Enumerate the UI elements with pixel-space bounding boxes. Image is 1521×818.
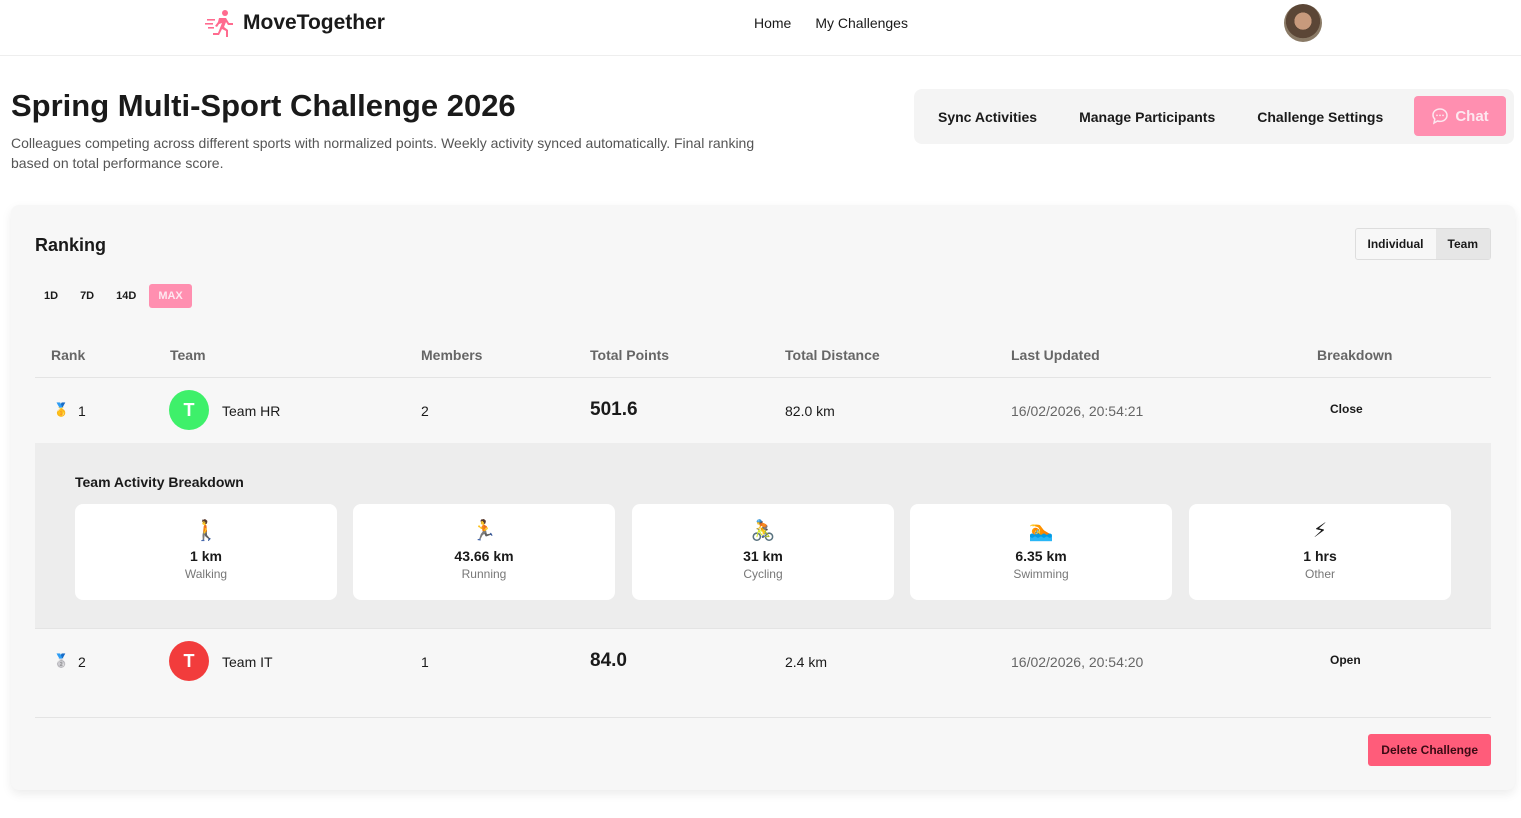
activity-label: Swimming [910, 567, 1172, 581]
col-rank: Rank [51, 347, 85, 363]
view-toggle: Individual Team [1355, 228, 1491, 260]
page-description: Colleagues competing across different sp… [11, 133, 791, 173]
activity-label: Running [353, 567, 615, 581]
delete-challenge-button[interactable]: Delete Challenge [1368, 734, 1491, 766]
breakdown-close-button[interactable]: Close [1330, 402, 1363, 416]
table-row: 🥈 2 T Team IT 1 84.0 2.4 km 16/02/2026, … [35, 629, 1491, 717]
action-bar: Sync Activities Manage Participants Chal… [914, 89, 1514, 144]
period-7d[interactable]: 7D [71, 284, 103, 308]
col-total-distance: Total Distance [785, 347, 880, 363]
walking-icon: 🚶 [75, 518, 337, 544]
team-name: Team HR [222, 403, 280, 419]
toggle-individual[interactable]: Individual [1356, 229, 1436, 259]
chat-button[interactable]: Chat [1414, 96, 1506, 136]
col-total-points: Total Points [590, 347, 669, 363]
ranking-title: Ranking [35, 235, 106, 256]
nav-my-challenges[interactable]: My Challenges [815, 15, 908, 31]
last-updated: 16/02/2026, 20:54:20 [1011, 654, 1143, 670]
top-nav: MoveTogether Home My Challenges [0, 0, 1521, 56]
breakdown-open-button[interactable]: Open [1330, 653, 1361, 667]
last-updated: 16/02/2026, 20:54:21 [1011, 403, 1143, 419]
toggle-team[interactable]: Team [1436, 229, 1490, 259]
avatar[interactable] [1284, 4, 1322, 42]
members: 1 [421, 654, 429, 670]
sync-activities-button[interactable]: Sync Activities [938, 109, 1037, 125]
lightning-icon: ⚡ [1189, 518, 1451, 544]
brand-logo[interactable]: MoveTogether [205, 9, 385, 37]
nav-home[interactable]: Home [754, 15, 791, 31]
col-last-updated: Last Updated [1011, 347, 1100, 363]
total-distance: 2.4 km [785, 654, 827, 670]
activity-walking: 🚶 1 km Walking [75, 504, 337, 600]
period-14d[interactable]: 14D [107, 284, 145, 308]
total-points: 84.0 [590, 650, 627, 672]
period-max[interactable]: MAX [149, 284, 191, 308]
rank: 2 [78, 654, 86, 670]
activity-value: 1 km [75, 548, 337, 564]
period-1d[interactable]: 1D [35, 284, 67, 308]
brand-name: MoveTogether [243, 11, 385, 35]
runner-icon [205, 9, 235, 37]
col-team: Team [170, 347, 206, 363]
chat-label: Chat [1455, 108, 1488, 125]
team-avatar: T [169, 390, 209, 430]
running-icon: 🏃 [353, 518, 615, 544]
members: 2 [421, 403, 429, 419]
activity-value: 1 hrs [1189, 548, 1451, 564]
team-activity-breakdown: Team Activity Breakdown 🚶 1 km Walking 🏃 43… [35, 443, 1491, 628]
activity-swimming: 🏊 6.35 km Swimming [910, 504, 1172, 600]
activity-other: ⚡ 1 hrs Other [1189, 504, 1451, 600]
rank: 1 [78, 403, 86, 419]
gold-medal-icon: 🥇 [53, 402, 69, 418]
activity-label: Other [1189, 567, 1451, 581]
silver-medal-icon: 🥈 [53, 653, 69, 669]
ranking-card: Ranking Individual Team 1D 7D 14D MAX Ra… [11, 205, 1515, 790]
col-breakdown: Breakdown [1317, 347, 1392, 363]
swimming-icon: 🏊 [910, 518, 1172, 544]
activity-value: 31 km [632, 548, 894, 564]
chat-bubble-icon [1431, 107, 1449, 125]
activity-cycling: 🚴 31 km Cycling [632, 504, 894, 600]
activity-label: Cycling [632, 567, 894, 581]
table-row: 🥇 1 T Team HR 2 501.6 82.0 km 16/02/2026… [35, 378, 1491, 443]
cycling-icon: 🚴 [632, 518, 894, 544]
col-members: Members [421, 347, 482, 363]
activity-label: Walking [75, 567, 337, 581]
team-avatar: T [169, 641, 209, 681]
activity-value: 6.35 km [910, 548, 1172, 564]
total-distance: 82.0 km [785, 403, 835, 419]
total-points: 501.6 [590, 399, 638, 421]
activity-running: 🏃 43.66 km Running [353, 504, 615, 600]
activity-value: 43.66 km [353, 548, 615, 564]
team-name: Team IT [222, 654, 273, 670]
period-filter: 1D 7D 14D MAX [35, 284, 196, 308]
page-title: Spring Multi-Sport Challenge 2026 [11, 88, 516, 124]
challenge-settings-button[interactable]: Challenge Settings [1257, 109, 1383, 125]
breakdown-title: Team Activity Breakdown [75, 474, 244, 490]
manage-participants-button[interactable]: Manage Participants [1079, 109, 1215, 125]
